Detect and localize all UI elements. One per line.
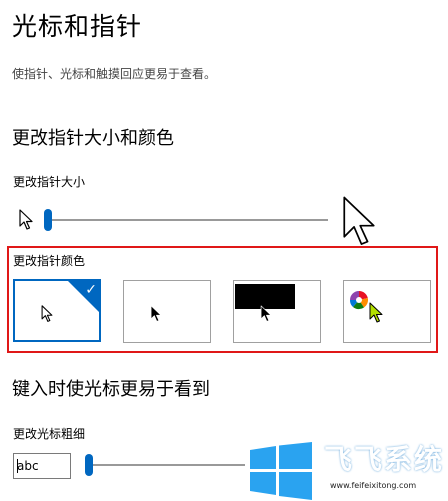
pointer-color-inverted-option[interactable] [233,280,321,343]
lime-pointer-icon [369,302,383,323]
windows-logo-icon [250,442,312,500]
watermark-brand: 飞飞系统 [324,443,445,476]
pointer-size-slider[interactable] [44,208,328,232]
watermark-url: www.feifeixitong.com [330,481,417,490]
pointer-color-black-option[interactable] [123,280,211,343]
large-pointer-icon [343,196,375,245]
cursor-thickness-track[interactable] [89,464,245,466]
pointer-color-custom-option[interactable] [343,280,431,343]
section-title-cursor: 键入时使光标更易于看到 [12,379,210,400]
checkmark-icon: ✓ [85,282,97,298]
pointer-size-label: 更改指针大小 [13,175,86,189]
cursor-thickness-slider[interactable] [85,453,245,477]
pointer-size-track[interactable] [48,219,328,221]
cursor-caret [17,459,18,473]
cursor-thickness-thumb[interactable] [85,454,93,476]
cursor-thickness-label: 更改光标粗细 [13,427,86,441]
white-pointer-icon [41,305,53,322]
pointer-size-thumb[interactable] [44,209,52,231]
black-pointer-icon [150,305,162,322]
pointer-color-white-option[interactable]: ✓ [13,279,101,342]
page-description: 使指针、光标和触摸回应更易于查看。 [12,67,217,81]
page-title: 光标和指针 [12,12,143,41]
cursor-preview-box: abc [13,453,71,479]
pointer-color-label: 更改指针颜色 [13,254,86,268]
small-pointer-icon [19,209,33,230]
color-wheel-icon [349,290,369,310]
section-title-pointer: 更改指针大小和颜色 [12,128,174,149]
watermark: 飞飞系统 www.feifeixitong.com [244,438,448,501]
inverted-pointer-icon [260,305,272,322]
